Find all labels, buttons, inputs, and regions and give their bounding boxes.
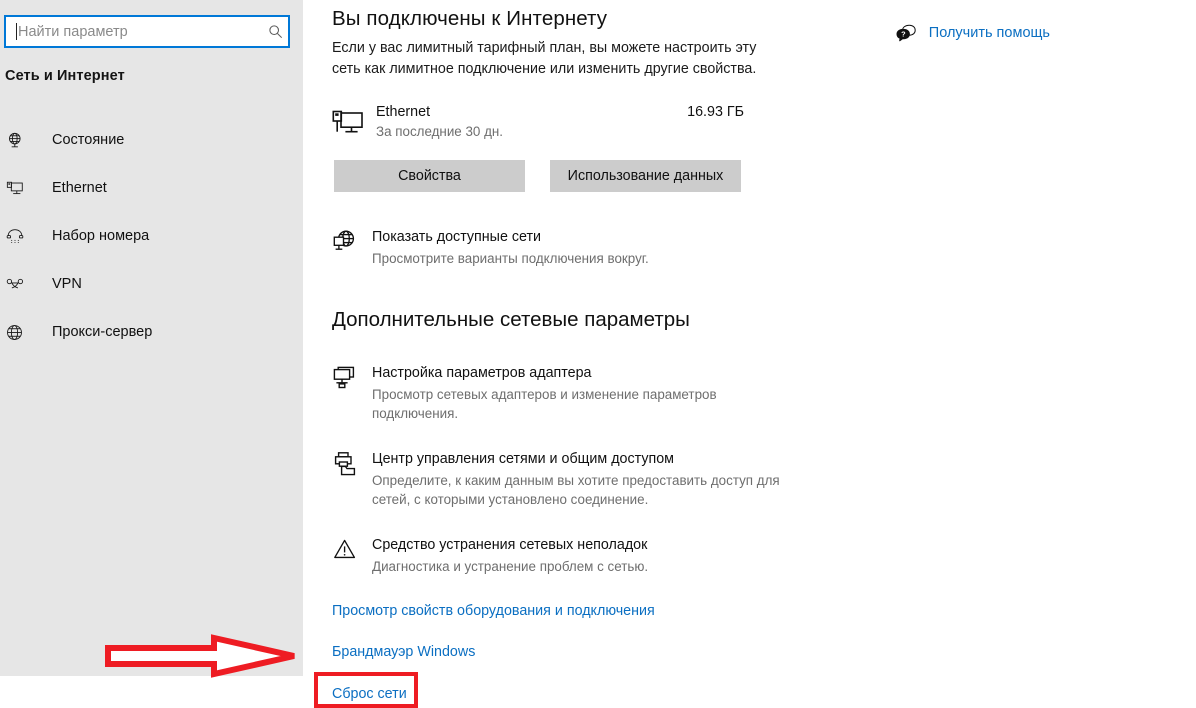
get-help-label: Получить помощь <box>928 25 1050 41</box>
sidebar-category-title: Сеть и Интернет <box>5 68 125 84</box>
item-description: Просмотр сетевых адаптеров и изменение п… <box>372 387 717 421</box>
item-title: Показать доступные сети <box>372 229 542 245</box>
windows-firewall-link[interactable]: Брандмауэр Windows <box>332 644 475 660</box>
sidebar: Сеть и Интернет Состояние <box>0 0 303 676</box>
connection-summary: Ethernet За последние 30 дн. 16.93 ГБ <box>332 103 744 141</box>
search-input[interactable] <box>17 17 262 46</box>
network-reset-wrapper: Сброс сети <box>314 672 418 708</box>
vpn-key-icon <box>6 272 36 296</box>
sidebar-nav: Состояние Ethernet Набор номера VPN Прок… <box>0 116 303 356</box>
settings-window: Сеть и Интернет Состояние <box>0 0 1196 708</box>
item-description: Определите, к каким данным вы хотите пре… <box>372 473 780 507</box>
sidebar-item-label: Прокси-сервер <box>52 324 153 340</box>
connection-text: Ethernet За последние 30 дн. <box>376 103 687 141</box>
item-body: Центр управления сетями и общим доступом… <box>372 450 802 509</box>
network-sharing-center-item[interactable]: Центр управления сетями и общим доступом… <box>332 450 802 509</box>
sidebar-item-ethernet[interactable]: Ethernet <box>0 164 303 212</box>
sharing-center-icon <box>332 451 366 481</box>
page-title: Вы подключены к Интернету <box>332 7 608 30</box>
search-box[interactable] <box>4 15 290 48</box>
sidebar-item-status[interactable]: Состояние <box>0 116 303 164</box>
network-troubleshooter-item[interactable]: Средство устранения сетевых неполадок Ди… <box>332 536 772 576</box>
item-body: Показать доступные сети Просмотрите вари… <box>372 228 772 268</box>
phone-handset-icon <box>6 224 36 248</box>
sidebar-item-vpn[interactable]: VPN <box>0 260 303 308</box>
pc-monitor-icon <box>332 105 368 139</box>
item-title: Центр управления сетями и общим доступом <box>372 451 675 467</box>
item-body: Средство устранения сетевых неполадок Ди… <box>372 536 772 576</box>
data-usage-button[interactable]: Использование данных <box>550 160 741 192</box>
settings-body: Вы подключены к Интернету Если у вас лим… <box>314 5 792 708</box>
connection-period: За последние 30 дн. <box>376 124 504 139</box>
show-available-networks-item[interactable]: Показать доступные сети Просмотрите вари… <box>332 228 772 268</box>
status-description: Если у вас лимитный тарифный план, вы мо… <box>332 40 757 77</box>
monitor-icon <box>6 176 36 200</box>
connection-usage-value: 16.93 ГБ <box>687 104 744 120</box>
search-icon[interactable] <box>262 24 288 39</box>
sidebar-item-label: Набор номера <box>52 228 150 244</box>
sidebar-item-label: Состояние <box>52 132 125 148</box>
globe-stand-icon <box>6 128 36 152</box>
item-body: Настройка параметров адаптера Просмотр с… <box>372 364 772 423</box>
item-title: Настройка параметров адаптера <box>372 365 592 381</box>
help-bubble-icon: ? <box>895 23 917 43</box>
adapter-settings-item[interactable]: Настройка параметров адаптера Просмотр с… <box>332 364 772 423</box>
warning-triangle-icon <box>332 537 366 567</box>
connection-name: Ethernet <box>376 104 431 120</box>
item-title: Средство устранения сетевых неполадок <box>372 537 648 553</box>
hardware-properties-link[interactable]: Просмотр свойств оборудования и подключе… <box>332 603 655 619</box>
action-buttons: Свойства Использование данных <box>334 160 792 192</box>
globe-icon <box>6 320 36 344</box>
main-content: ? Получить помощь Вы подключены к Интерн… <box>303 0 1196 708</box>
item-description: Просмотрите варианты подключения вокруг. <box>372 251 649 266</box>
item-description: Диагностика и устранение проблем с сетью… <box>372 559 649 574</box>
get-help-link[interactable]: ? Получить помощь <box>895 23 1050 43</box>
svg-text:?: ? <box>901 30 906 39</box>
sidebar-item-label: Ethernet <box>52 180 107 196</box>
advanced-section-heading: Дополнительные сетевые параметры <box>332 308 690 331</box>
properties-button[interactable]: Свойства <box>334 160 525 192</box>
sidebar-item-label: VPN <box>52 276 82 292</box>
network-reset-link[interactable]: Сброс сети <box>332 686 407 702</box>
sidebar-item-dialup[interactable]: Набор номера <box>0 212 303 260</box>
globe-stand-icon <box>332 229 366 259</box>
sidebar-item-proxy[interactable]: Прокси-сервер <box>0 308 303 356</box>
adapters-icon <box>332 365 366 395</box>
